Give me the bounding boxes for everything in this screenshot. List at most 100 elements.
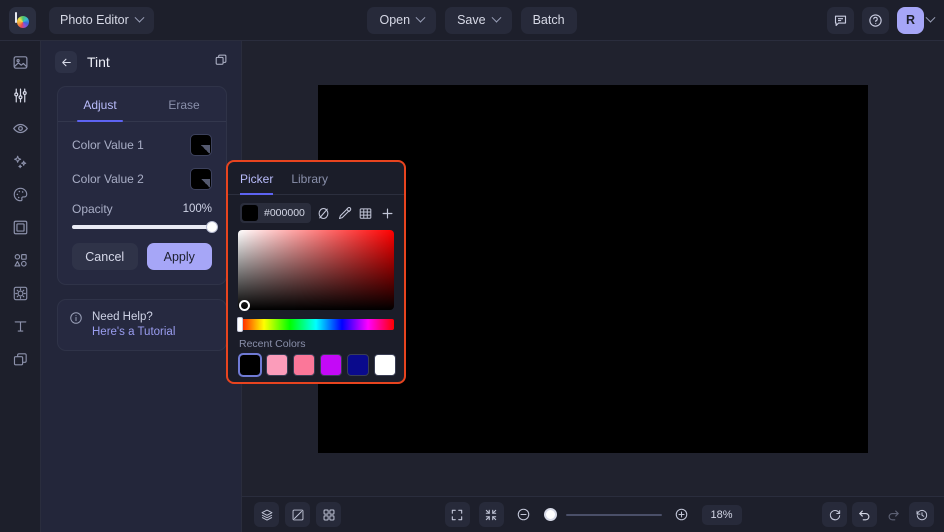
undo-icon	[857, 507, 872, 522]
sv-selector-handle[interactable]	[239, 300, 250, 311]
current-color-swatch	[242, 205, 258, 221]
tool-rail	[0, 41, 41, 532]
tool-panel: Tint Adjust Erase Color Value 1 Color Va…	[41, 41, 242, 532]
batch-button-label: Batch	[533, 13, 565, 27]
sidebar-item-shapes[interactable]	[5, 248, 35, 272]
saturation-value-area[interactable]	[238, 230, 394, 310]
zoom-out-icon	[516, 507, 531, 522]
hex-input[interactable]: #000000	[240, 203, 311, 223]
tool-panel-header: Tint	[41, 41, 241, 83]
recent-color-swatch[interactable]	[320, 354, 342, 376]
sidebar-item-frame[interactable]	[5, 215, 35, 239]
sidebar-item-retouch[interactable]	[5, 116, 35, 140]
recent-color-swatch[interactable]	[293, 354, 315, 376]
sidebar-item-ai-effects[interactable]	[5, 149, 35, 173]
batch-button[interactable]: Batch	[521, 7, 577, 34]
recent-color-swatch[interactable]	[374, 354, 396, 376]
help-card[interactable]: Need Help? Here's a Tutorial	[57, 299, 227, 351]
photo-editor-app: Photo Editor Open Save Batch	[0, 0, 944, 532]
arrow-left-icon	[60, 56, 73, 69]
collapse-button[interactable]	[479, 502, 504, 527]
zoom-level-value[interactable]: 18%	[702, 505, 742, 525]
avatar: R	[897, 7, 924, 34]
recent-color-swatch[interactable]	[347, 354, 369, 376]
open-button[interactable]: Open	[367, 7, 436, 34]
sidebar-item-color[interactable]	[5, 182, 35, 206]
add-color-button[interactable]	[379, 204, 395, 223]
color-picker-tabs: Picker Library	[228, 162, 404, 195]
opacity-value: 100%	[183, 203, 212, 215]
opacity-slider-knob[interactable]	[206, 221, 218, 233]
tint-tabs: Adjust Erase	[58, 87, 226, 122]
hue-slider[interactable]	[238, 319, 394, 330]
recent-colors-row	[228, 350, 404, 376]
history-icon	[915, 508, 929, 522]
recent-colors-label: Recent Colors	[228, 330, 404, 350]
feedback-button[interactable]	[827, 7, 854, 34]
reset-button[interactable]	[822, 502, 847, 527]
bottom-bar-right	[822, 502, 934, 527]
back-button[interactable]	[55, 51, 77, 73]
duplicate-layers-button[interactable]	[214, 52, 229, 72]
eyedropper-button[interactable]	[337, 204, 353, 223]
sidebar-item-adjust[interactable]	[5, 83, 35, 107]
bottom-bar: 18%	[242, 496, 944, 532]
redo-button[interactable]	[882, 504, 904, 526]
save-button[interactable]: Save	[445, 7, 512, 34]
tab-library[interactable]: Library	[291, 162, 328, 194]
palette-grid-button[interactable]	[358, 204, 374, 223]
user-menu[interactable]: R	[897, 7, 934, 34]
help-button[interactable]	[862, 7, 889, 34]
color-value-1-swatch[interactable]	[190, 134, 212, 156]
opacity-label: Opacity	[72, 202, 113, 216]
tint-actions: Cancel Apply	[58, 229, 226, 284]
chevron-down-icon	[491, 12, 501, 22]
sidebar-item-text[interactable]	[5, 314, 35, 338]
sidebar-item-layers[interactable]	[5, 347, 35, 371]
opacity-row: Opacity 100%	[58, 190, 226, 216]
history-button[interactable]	[909, 502, 934, 527]
zoom-in-icon	[674, 507, 689, 522]
save-button-label: Save	[457, 13, 486, 27]
layers-icon	[12, 351, 29, 368]
color-picker-header-row: #000000	[228, 195, 404, 223]
zoom-in-button[interactable]	[671, 504, 693, 526]
frame-icon	[12, 219, 29, 236]
recent-color-swatch[interactable]	[239, 354, 261, 376]
sliders-icon	[12, 87, 29, 104]
zoom-slider-handle[interactable]	[544, 508, 557, 521]
color-value-1-label: Color Value 1	[72, 138, 144, 152]
chevron-down-icon	[926, 12, 936, 22]
fit-screen-button[interactable]	[445, 502, 470, 527]
undo-button[interactable]	[852, 502, 877, 527]
tab-picker[interactable]: Picker	[240, 162, 273, 194]
top-bar: Photo Editor Open Save Batch	[0, 0, 944, 41]
tint-settings-card: Adjust Erase Color Value 1 Color Value 2…	[57, 86, 227, 285]
tutorial-link[interactable]: Here's a Tutorial	[92, 325, 175, 340]
opacity-slider[interactable]	[58, 216, 226, 229]
cancel-button[interactable]: Cancel	[72, 243, 138, 270]
sidebar-item-stickers[interactable]	[5, 281, 35, 305]
redo-icon	[886, 507, 901, 522]
sidebar-item-image[interactable]	[5, 50, 35, 74]
palette-icon	[12, 186, 29, 203]
color-value-1-row: Color Value 1	[58, 122, 226, 156]
help-title: Need Help?	[92, 310, 175, 325]
tab-erase[interactable]: Erase	[142, 87, 226, 121]
zoom-out-button[interactable]	[513, 504, 535, 526]
tab-adjust[interactable]: Adjust	[58, 87, 142, 121]
grid-icon	[358, 206, 373, 221]
apply-button[interactable]: Apply	[147, 243, 213, 270]
recent-color-swatch[interactable]	[266, 354, 288, 376]
no-color-button[interactable]	[316, 204, 332, 223]
zoom-slider-track[interactable]	[566, 514, 662, 516]
sparkles-icon	[12, 153, 29, 170]
color-value-2-swatch[interactable]	[190, 168, 212, 190]
color-picker-popup: Picker Library #000000	[226, 160, 406, 384]
info-icon	[69, 311, 83, 325]
eye-icon	[12, 120, 29, 137]
reset-icon	[828, 508, 842, 522]
hue-slider-handle[interactable]	[237, 317, 243, 332]
no-color-icon	[316, 206, 331, 221]
hex-value: #000000	[264, 207, 305, 219]
